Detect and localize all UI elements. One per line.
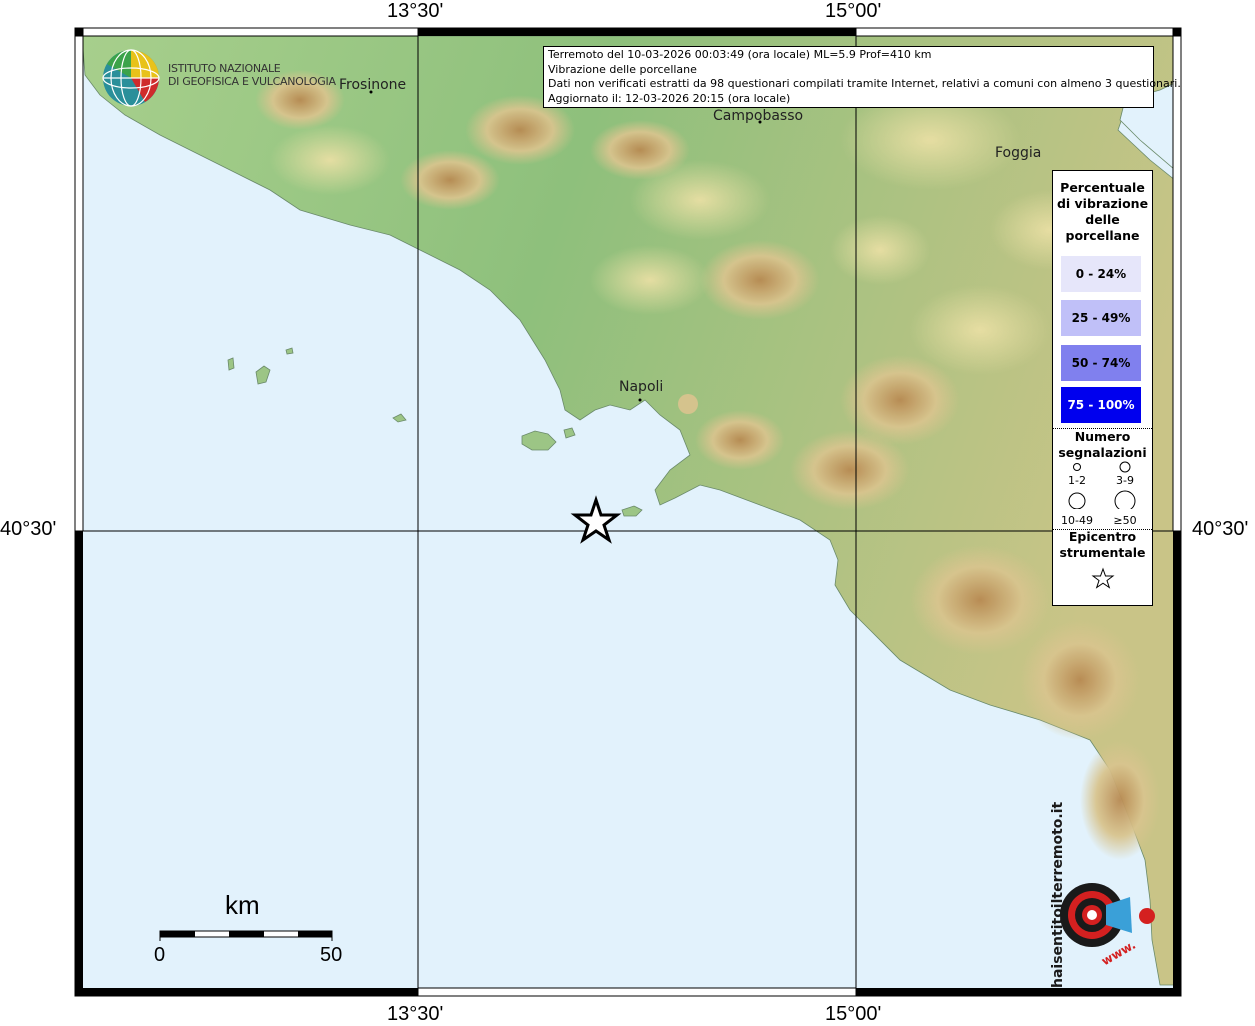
ingv-logo-line1: ISTITUTO NAZIONALE — [168, 62, 281, 75]
ingv-logo-text: ISTITUTO NAZIONALE DI GEOFISICA E VULCAN… — [168, 62, 336, 88]
event-info-box: Terremoto del 10-03-2026 00:03:49 (ora l… — [543, 46, 1181, 108]
place-campobasso: Campobasso — [713, 108, 804, 124]
lat-label-right: 40°30' — [1192, 518, 1249, 540]
legend-class-3: 75 - 100% — [1061, 387, 1141, 423]
event-info-line1: Terremoto del 10-03-2026 00:03:49 (ora l… — [548, 48, 932, 61]
legend-size-3-9: 3-9 — [1116, 474, 1134, 487]
hst-logo-text: haisentitoilterremoto.it www. — [1030, 802, 1160, 988]
legend-count-title-1: Numero — [1074, 429, 1131, 444]
legend-title-line3: delle — [1085, 212, 1120, 227]
scale-min: 0 — [154, 944, 166, 966]
scale-title: km — [225, 890, 260, 920]
place-frosinone: Frosinone — [339, 77, 407, 93]
legend-class-0: 0 - 24% — [1061, 256, 1141, 292]
scale-max: 50 — [320, 944, 343, 966]
legend-size-10-49: 10-49 — [1061, 514, 1093, 527]
legend-title-line1: Percentuale — [1060, 180, 1145, 195]
legend-size-1-2: 1-2 — [1068, 474, 1086, 487]
legend-epi-title-2: strumentale — [1059, 545, 1146, 560]
lon-label-bottom-right: 15°00' — [825, 1003, 882, 1025]
event-info-line2: Vibrazione delle porcellane — [548, 62, 697, 76]
hst-logo-url: haisentitoilterremoto.it — [1050, 801, 1066, 988]
event-info-line4: Aggiornato il: 12-03-2026 20:15 (ora loc… — [548, 91, 791, 105]
ingv-logo-line2: DI GEOFISICA E VULCANOLOGIA — [168, 75, 336, 88]
lon-label-top-left: 13°30' — [387, 0, 444, 22]
legend-epi-title-1: Epicentro — [1068, 529, 1137, 544]
ingv-logo-globe — [102, 49, 160, 107]
event-info-line3: Dati non verificati estratti da 98 quest… — [548, 77, 1181, 91]
legend-title-line4: porcellane — [1065, 228, 1140, 243]
legend-size-50: ≥50 — [1113, 514, 1137, 527]
legend-title-line2: di vibrazione — [1056, 196, 1149, 211]
legend-title: Percentuale di vibrazione delle porcella… — [1053, 180, 1152, 244]
legend: Percentuale di vibrazione delle porcella… — [1052, 170, 1153, 606]
lon-label-top-right: 15°00' — [825, 0, 882, 22]
legend-class-1: 25 - 49% — [1061, 300, 1141, 336]
legend-class-2: 50 - 74% — [1061, 345, 1141, 381]
legend-star-icon — [1091, 567, 1115, 589]
place-foggia: Foggia — [995, 145, 1042, 161]
lon-label-bottom-left: 13°30' — [387, 1003, 444, 1025]
place-napoli: Napoli — [619, 379, 664, 395]
lat-label-left: 40°30' — [0, 518, 57, 540]
hst-logo-www: www. — [1098, 937, 1139, 969]
